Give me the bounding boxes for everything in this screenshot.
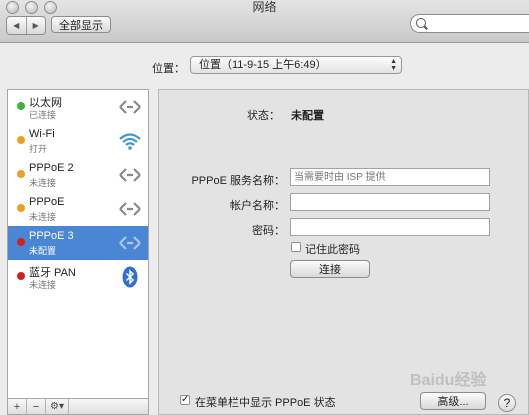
service-status: 未配置 bbox=[29, 246, 57, 256]
service-status: 打开 bbox=[29, 144, 48, 154]
show-all-button[interactable]: 全部显示 bbox=[51, 16, 111, 33]
service-item-pppoe-3[interactable]: PPPoE 3 未配置 bbox=[8, 226, 148, 260]
service-item-bluetooth-pan[interactable]: 蓝牙 PAN 未连接 bbox=[8, 260, 148, 294]
nav-back-forward: ◀ ▶ bbox=[6, 16, 46, 35]
show-in-menubar-checkbox[interactable]: ✓ bbox=[180, 395, 190, 405]
password-label: 密码： bbox=[252, 225, 285, 237]
password-field[interactable] bbox=[290, 218, 490, 236]
status-dot bbox=[17, 204, 25, 212]
location-label: 位置： bbox=[152, 63, 185, 75]
ethernet-icon bbox=[119, 100, 141, 114]
status-dot bbox=[17, 272, 25, 280]
status-dot bbox=[17, 170, 25, 178]
service-status: 已连接 bbox=[29, 110, 57, 120]
service-name-label: PPPoE 服务名称： bbox=[191, 175, 285, 187]
advanced-button[interactable]: 高级... bbox=[420, 392, 486, 410]
updown-arrows-icon: ▲ ▼ bbox=[390, 58, 397, 72]
add-service-button[interactable]: + bbox=[8, 399, 27, 414]
search-field[interactable] bbox=[410, 14, 529, 33]
status-label: 状态： bbox=[247, 110, 280, 122]
connect-button[interactable]: 连接 bbox=[290, 260, 370, 278]
service-status: 未连接 bbox=[29, 212, 57, 222]
status-dot bbox=[17, 102, 25, 110]
remove-service-button[interactable]: − bbox=[27, 399, 46, 414]
back-icon[interactable]: ◀ bbox=[7, 17, 27, 34]
service-list-controls: + − ⚙▾ bbox=[7, 399, 149, 415]
ethernet-icon bbox=[119, 168, 141, 182]
show-in-menubar-label: 在菜单栏中显示 PPPoE 状态 bbox=[195, 397, 336, 409]
location-select[interactable]: 位置（11-9-15 上午6:49） ▲ ▼ bbox=[190, 56, 402, 74]
remember-password-checkbox[interactable] bbox=[291, 242, 301, 252]
status-value: 未配置 bbox=[291, 110, 324, 122]
service-item-wifi[interactable]: Wi-Fi 打开 bbox=[8, 124, 148, 158]
watermark: Baidu经验 bbox=[410, 372, 487, 389]
window-title: 网络 bbox=[252, 0, 277, 14]
service-name: PPPoE bbox=[29, 196, 65, 208]
ethernet-icon bbox=[119, 202, 141, 216]
wifi-icon bbox=[119, 133, 141, 150]
service-item-pppoe-2[interactable]: PPPoE 2 未连接 bbox=[8, 158, 148, 192]
service-status: 未连接 bbox=[29, 178, 57, 188]
bluetooth-icon bbox=[122, 266, 138, 288]
forward-icon[interactable]: ▶ bbox=[27, 17, 46, 34]
help-button[interactable]: ? bbox=[498, 394, 516, 412]
status-dot bbox=[17, 238, 25, 246]
location-value: 位置（11-9-15 上午6:49） bbox=[199, 59, 327, 71]
service-item-ethernet[interactable]: 以太网 已连接 bbox=[8, 90, 148, 124]
service-status: 未连接 bbox=[29, 280, 57, 290]
service-list: 以太网 已连接 Wi-Fi 打开 PPPoE 2 未连接 PPPoE 未连接 P… bbox=[7, 89, 149, 399]
service-name-field[interactable] bbox=[290, 168, 490, 186]
service-name: PPPoE 2 bbox=[29, 162, 74, 174]
title-bar: 网络 ◀ ▶ 全部显示 bbox=[0, 0, 529, 43]
service-item-pppoe[interactable]: PPPoE 未连接 bbox=[8, 192, 148, 226]
search-icon bbox=[416, 18, 426, 28]
remember-password-label: 记住此密码 bbox=[305, 244, 360, 256]
account-name-field[interactable] bbox=[290, 193, 490, 211]
gear-icon[interactable]: ⚙▾ bbox=[46, 399, 69, 414]
ethernet-icon bbox=[119, 236, 141, 250]
service-name: Wi-Fi bbox=[29, 128, 55, 140]
account-label: 帐户名称： bbox=[230, 200, 285, 212]
service-name: PPPoE 3 bbox=[29, 230, 74, 242]
status-dot bbox=[17, 136, 25, 144]
